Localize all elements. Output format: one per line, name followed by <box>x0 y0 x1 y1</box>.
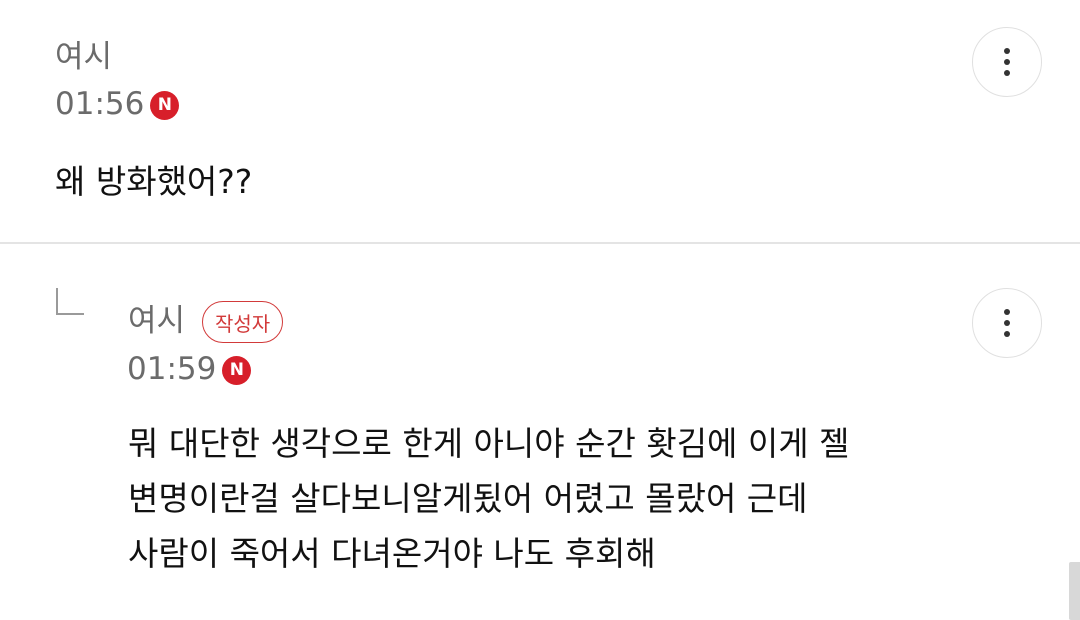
more-options-button[interactable] <box>972 27 1042 97</box>
comment-body: 왜 방화했어?? <box>55 154 252 209</box>
comment-meta: 01:59 N <box>127 351 252 387</box>
reply-comment-item: 여시 작성자 01:59 N 뭐 대단한 생각으로 한게 아니야 순간 홧김에 … <box>0 244 1080 620</box>
comment-body-line: 사람이 죽어서 다녀온거야 나도 후회해 <box>128 534 656 573</box>
comment-author[interactable]: 여시 <box>55 42 112 73</box>
comment-body-line: 변명이란걸 살다보니알게됬어 어렸고 몰랐어 근데 <box>128 479 808 518</box>
author-badge: 작성자 <box>202 301 284 343</box>
comment-body-line: 왜 방화했어?? <box>55 162 253 201</box>
new-badge-icon: N <box>150 90 180 120</box>
comment-meta: 01:56 N <box>55 86 180 122</box>
comment-body: 뭐 대단한 생각으로 한게 아니야 순간 홧김에 이게 젤 변명이란걸 살다보니… <box>128 416 849 581</box>
reply-arrow-icon <box>56 288 84 315</box>
more-vertical-icon <box>1004 46 1010 79</box>
comment-time: 01:56 <box>55 86 145 122</box>
scrollbar-thumb[interactable] <box>1069 562 1080 620</box>
more-options-button[interactable] <box>972 288 1042 358</box>
new-badge-icon: N <box>222 355 252 385</box>
comment-item: 여시 01:56 N 왜 방화했어?? <box>0 0 1080 243</box>
comment-body-line: 뭐 대단한 생각으로 한게 아니야 순간 홧김에 이게 젤 <box>128 424 850 463</box>
comment-author[interactable]: 여시 <box>128 306 185 337</box>
comment-time: 01:59 <box>127 351 217 387</box>
more-vertical-icon <box>1004 307 1010 340</box>
